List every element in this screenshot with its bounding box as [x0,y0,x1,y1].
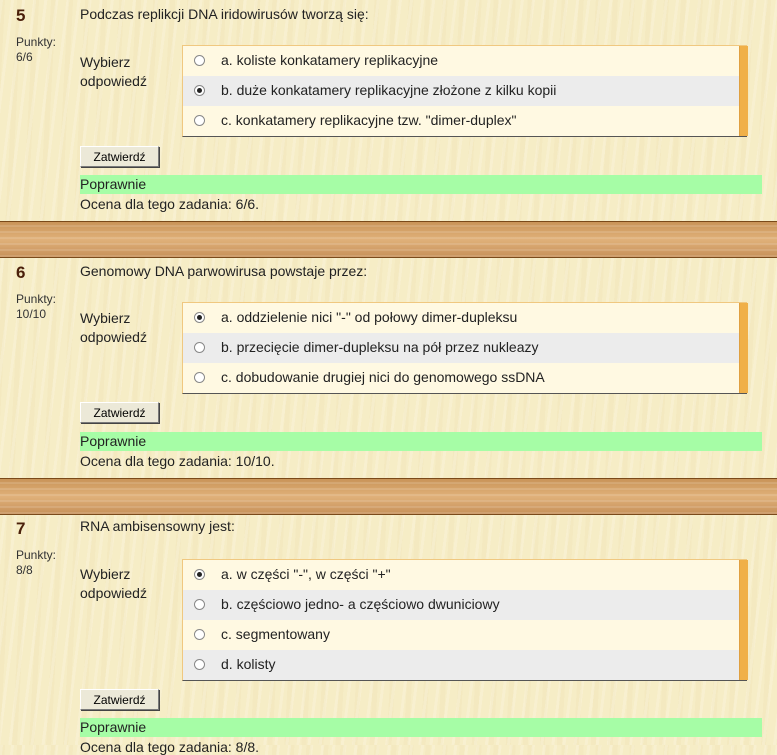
answer-prompt: Wybierz odpowiedź [80,566,147,601]
answer-option-b[interactable]: b. przecięcie dimer-dupleksu na pół prze… [183,333,747,363]
points-label: Punkty: [16,548,57,562]
answer-option-c[interactable]: c. segmentowany [183,620,747,650]
question-text: RNA ambisensowny jest: [80,518,235,534]
answer-option-a[interactable]: a. koliste konkatamery replikacyjne [183,46,747,76]
radio-button-selected[interactable] [194,569,205,580]
question-text: Podczas replikcji DNA iridowirusów tworz… [80,6,369,22]
radio-button-selected[interactable] [194,85,205,96]
radio-button[interactable] [194,659,205,670]
points-value: 6/6 [16,50,33,64]
answer-option-c[interactable]: c. dobudowanie drugiej nici do genomoweg… [183,363,747,393]
radio-button[interactable] [194,115,205,126]
answer-options: a. w części "-", w części "+" b. częścio… [182,559,748,681]
correct-feedback: Poprawnie [80,432,762,451]
submit-button[interactable]: Zatwierdź [80,146,159,167]
radio-button[interactable] [194,372,205,383]
answer-options: a. koliste konkatamery replikacyjne b. d… [182,45,748,137]
points-value: 10/10 [16,307,47,321]
radio-button[interactable] [194,599,205,610]
radio-button[interactable] [194,55,205,66]
answer-options: a. oddzielenie nici "-" od połowy dimer-… [182,302,748,394]
correct-feedback: Poprawnie [80,175,762,194]
grade-text: Ocena dla tego zadania: 6/6. [80,196,260,212]
question-number: 5 [16,6,26,25]
points-label: Punkty: [16,292,57,306]
question-number: 7 [16,519,26,538]
points-value: 8/8 [16,563,33,577]
correct-feedback: Poprawnie [80,718,762,737]
radio-button[interactable] [194,629,205,640]
question-text: Genomowy DNA parwowirusa powstaje przez: [80,263,368,279]
radio-button[interactable] [194,342,205,353]
question-number: 6 [16,263,26,282]
answer-option-c[interactable]: c. konkatamery replikacyjne tzw. "dimer-… [183,106,747,136]
section-divider [0,221,777,258]
answer-option-b[interactable]: b. częściowo jedno- a częściowo dwunicio… [183,590,747,620]
submit-button[interactable]: Zatwierdź [80,402,159,423]
section-divider [0,478,777,515]
answer-prompt: Wybierz odpowiedź [80,54,147,89]
answer-option-b[interactable]: b. duże konkatamery replikacyjne złożone… [183,76,747,106]
grade-text: Ocena dla tego zadania: 10/10. [80,453,275,469]
answer-option-d[interactable]: d. kolisty [183,650,747,680]
grade-text: Ocena dla tego zadania: 8/8. [80,739,260,755]
answer-option-a[interactable]: a. oddzielenie nici "-" od połowy dimer-… [183,303,747,333]
points-label: Punkty: [16,35,57,49]
radio-button-selected[interactable] [194,312,205,323]
answer-prompt: Wybierz odpowiedź [80,310,147,345]
answer-option-a[interactable]: a. w części "-", w części "+" [183,560,747,590]
submit-button[interactable]: Zatwierdź [80,689,159,710]
